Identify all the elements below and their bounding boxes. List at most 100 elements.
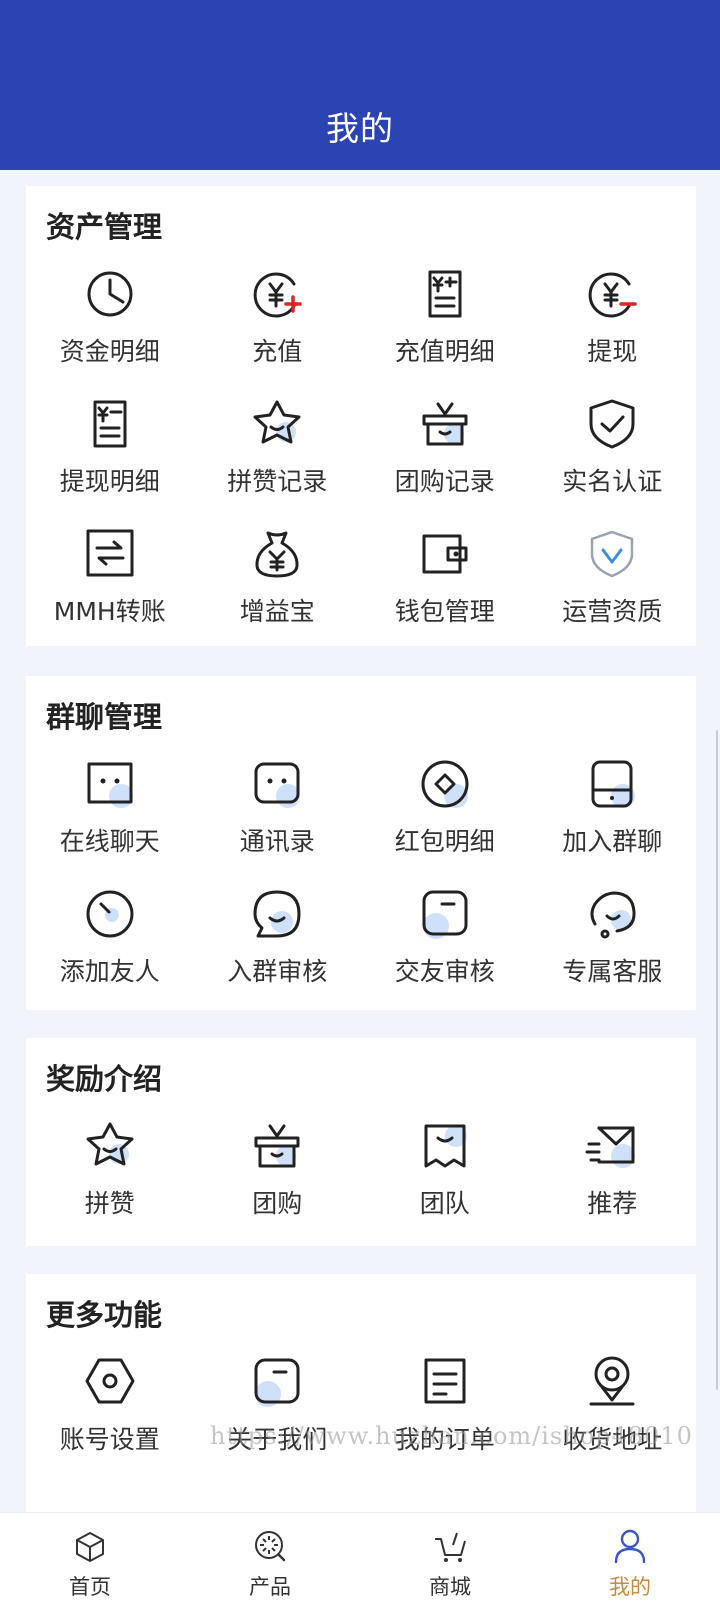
tab-item[interactable]: 首页: [0, 1513, 180, 1612]
tab-item[interactable]: 商城: [360, 1513, 540, 1612]
menu-item-label: 我的订单: [394, 1425, 495, 1454]
wallet-icon: [416, 524, 474, 582]
menu-item[interactable]: 团队: [361, 1116, 529, 1246]
section-title: 更多功能: [46, 1298, 163, 1332]
menu-item[interactable]: 资金明细: [26, 264, 194, 394]
menu-grid: 拼赞 团购 团队 推荐: [26, 1116, 696, 1246]
menu-item[interactable]: 团购记录: [361, 394, 529, 524]
menu-item[interactable]: 专属客服: [529, 884, 697, 1014]
menu-item-label: 资金明细: [59, 337, 160, 366]
order-list-icon: [416, 1352, 474, 1410]
menu-item-label: 加入群聊: [562, 827, 663, 856]
tab-item[interactable]: 产品: [180, 1513, 360, 1612]
menu-item-label: 专属客服: [562, 957, 663, 986]
scrollbar[interactable]: [716, 730, 718, 1390]
menu-item-label: 实名认证: [562, 467, 663, 496]
yuan-plus-icon: [248, 264, 306, 322]
menu-item-label: MMH转账: [53, 597, 166, 626]
transfer-icon: [81, 524, 139, 582]
yuan-minus-icon: [583, 264, 641, 322]
menu-item[interactable]: 添加友人: [26, 884, 194, 1014]
recharge-receipt-icon: [416, 264, 474, 322]
card-dash-icon: [416, 884, 474, 942]
chat-face-icon: [81, 754, 139, 812]
menu-item[interactable]: 增益宝: [194, 524, 362, 654]
money-bag-icon: [248, 524, 306, 582]
menu-item-label: 团购记录: [394, 467, 495, 496]
menu-item[interactable]: 拼赞记录: [194, 394, 362, 524]
menu-item-label: 钱包管理: [394, 597, 495, 626]
speech-bubble-icon: [248, 884, 306, 942]
menu-item-label: 关于我们: [227, 1425, 328, 1454]
menu-item[interactable]: 拼赞: [26, 1116, 194, 1246]
menu-item-label: 红包明细: [394, 827, 495, 856]
star-icon: [81, 1116, 139, 1174]
section-card: 奖励介绍拼赞 团购 团队 推荐: [26, 1038, 696, 1246]
menu-item-label: 通讯录: [239, 827, 315, 856]
red-packet-icon: [416, 754, 474, 812]
menu-item[interactable]: 收货地址: [529, 1352, 697, 1482]
menu-item[interactable]: 红包明细: [361, 754, 529, 884]
menu-grid: 账号设置 关于我们 我的订单 收货地址: [26, 1352, 696, 1482]
menu-item[interactable]: 关于我们: [194, 1352, 362, 1482]
menu-item-label: 增益宝: [239, 597, 315, 626]
menu-item-label: 账号设置: [59, 1425, 160, 1454]
shield-v-icon: [583, 524, 641, 582]
menu-item-label: 提现: [587, 337, 638, 366]
team-icon: [416, 1116, 474, 1174]
menu-item[interactable]: 入群审核: [194, 884, 362, 1014]
contacts-face-icon: [248, 754, 306, 812]
section-title: 资产管理: [46, 210, 163, 244]
menu-item[interactable]: 我的订单: [361, 1352, 529, 1482]
star-icon: [248, 394, 306, 452]
pie-chart-icon: [81, 264, 139, 322]
menu-item[interactable]: 运营资质: [529, 524, 697, 654]
tab-label: 我的: [609, 1575, 651, 1599]
content-area[interactable]: 资产管理资金明细 充值 充值明细 提现提现明细 拼赞记录 团购记录 实名认证 MMH转账 增益宝…: [0, 170, 720, 1512]
section-card: 更多功能账号设置 关于我们 我的订单 收货地址: [26, 1274, 696, 1512]
menu-item[interactable]: 钱包管理: [361, 524, 529, 654]
section-title: 群聊管理: [46, 700, 163, 734]
menu-item-label: 拼赞记录: [227, 467, 328, 496]
menu-item[interactable]: 交友审核: [361, 884, 529, 1014]
menu-item[interactable]: 实名认证: [529, 394, 697, 524]
product-icon: [251, 1527, 289, 1565]
menu-item[interactable]: MMH转账: [26, 524, 194, 654]
menu-item[interactable]: 加入群聊: [529, 754, 697, 884]
location-pin-icon: [583, 1352, 641, 1410]
menu-item[interactable]: 提现明细: [26, 394, 194, 524]
section-card: 资产管理资金明细 充值 充值明细 提现提现明细 拼赞记录 团购记录 实名认证 MMH转账 增益宝…: [26, 186, 696, 646]
tab-label: 产品: [249, 1575, 291, 1599]
section-card: 群聊管理在线聊天 通讯录 红包明细 加入群聊添加友人 入群审核 交友审核 专属客服: [26, 676, 696, 1010]
section-title: 奖励介绍: [46, 1062, 163, 1096]
menu-item[interactable]: 账号设置: [26, 1352, 194, 1482]
card-dash-icon: [248, 1352, 306, 1410]
menu-item[interactable]: 提现: [529, 264, 697, 394]
menu-item[interactable]: 推荐: [529, 1116, 697, 1246]
menu-item[interactable]: 充值: [194, 264, 362, 394]
tab-label: 商城: [429, 1575, 471, 1599]
menu-item[interactable]: 在线聊天: [26, 754, 194, 884]
tab-label: 首页: [69, 1575, 111, 1599]
user-icon: [611, 1527, 649, 1565]
mail-send-icon: [583, 1116, 641, 1174]
menu-item-label: 充值: [252, 337, 303, 366]
tab-item[interactable]: 我的: [540, 1513, 720, 1612]
bottom-tab-bar: 首页 产品 商城 我的: [0, 1512, 720, 1612]
hexagon-settings-icon: [81, 1352, 139, 1410]
menu-item-label: 拼赞: [84, 1189, 135, 1218]
menu-item[interactable]: 团购: [194, 1116, 362, 1246]
menu-item-label: 入群审核: [227, 957, 328, 986]
menu-item[interactable]: 通讯录: [194, 754, 362, 884]
menu-item-label: 收货地址: [562, 1425, 663, 1454]
menu-grid: 在线聊天 通讯录 红包明细 加入群聊添加友人 入群审核 交友审核 专属客服: [26, 754, 696, 1014]
app-header: 我的: [0, 0, 720, 170]
menu-item[interactable]: 充值明细: [361, 264, 529, 394]
menu-item-label: 交友审核: [394, 957, 495, 986]
menu-item-label: 提现明细: [59, 467, 160, 496]
menu-item-label: 充值明细: [394, 337, 495, 366]
menu-item-label: 添加友人: [59, 957, 160, 986]
gift-box-icon: [416, 394, 474, 452]
home-box-icon: [71, 1527, 109, 1565]
gift-box-icon: [248, 1116, 306, 1174]
